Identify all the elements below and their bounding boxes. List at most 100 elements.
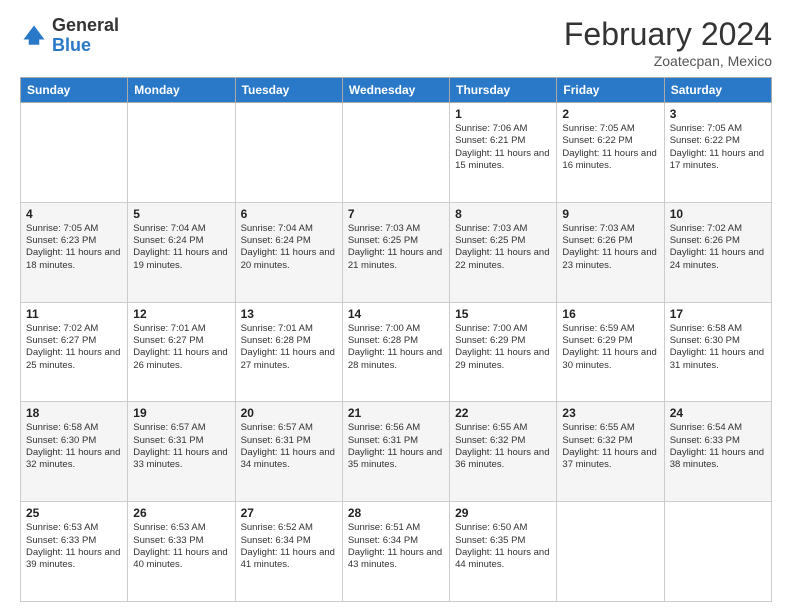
day-info: Sunrise: 7:00 AM Sunset: 6:29 PM Dayligh… — [455, 323, 551, 372]
day-info: Sunrise: 6:54 AM Sunset: 6:33 PM Dayligh… — [670, 422, 766, 471]
day-number: 27 — [241, 506, 337, 520]
header-thursday: Thursday — [450, 78, 557, 103]
calendar-cell: 6 Sunrise: 7:04 AM Sunset: 6:24 PM Daylig… — [235, 202, 342, 302]
day-number: 26 — [133, 506, 229, 520]
calendar-cell: 5Sunrise: 7:04 AM Sunset: 6:24 PM Daylig… — [128, 202, 235, 302]
day-info: Sunrise: 7:02 AM Sunset: 6:27 PM Dayligh… — [26, 323, 122, 372]
day-number: 16 — [562, 307, 658, 321]
logo-blue: Blue — [52, 36, 119, 56]
day-info: Sunrise: 6:59 AM Sunset: 6:29 PM Dayligh… — [562, 323, 658, 372]
calendar-cell: 4 Sunrise: 7:05 AM Sunset: 6:23 PM Daylig… — [21, 202, 128, 302]
calendar-cell: 27Sunrise: 6:52 AM Sunset: 6:34 PM Dayli… — [235, 502, 342, 602]
day-info: Sunrise: 6:55 AM Sunset: 6:32 PM Dayligh… — [455, 422, 551, 471]
calendar-table: Sunday Monday Tuesday Wednesday Thursday… — [20, 77, 772, 602]
header: General Blue February 2024 Zoatecpan, Me… — [20, 16, 772, 69]
calendar-cell — [664, 502, 771, 602]
day-info: Sunrise: 6:55 AM Sunset: 6:32 PM Dayligh… — [562, 422, 658, 471]
calendar-cell: 22 Sunrise: 6:55 AM Sunset: 6:32 PM Dayli… — [450, 402, 557, 502]
calendar-cell: 25Sunrise: 6:53 AM Sunset: 6:33 PM Dayli… — [21, 502, 128, 602]
calendar-cell: 23 Sunrise: 6:55 AM Sunset: 6:32 PM Dayli… — [557, 402, 664, 502]
day-number: 6 — [241, 207, 337, 221]
header-tuesday: Tuesday — [235, 78, 342, 103]
day-info: Sunrise: 6:58 AM Sunset: 6:30 PM Dayligh… — [670, 323, 766, 372]
day-number: 21 — [348, 406, 444, 420]
day-info: Sunrise: 7:01 AM Sunset: 6:28 PM Dayligh… — [241, 323, 337, 372]
location: Zoatecpan, Mexico — [564, 53, 772, 69]
day-number: 28 — [348, 506, 444, 520]
day-info: Sunrise: 7:03 AM Sunset: 6:25 PM Dayligh… — [455, 223, 551, 272]
calendar-week-row: 1 Sunrise: 7:06 AM Sunset: 6:21 PM Daylig… — [21, 103, 772, 203]
day-info: Sunrise: 6:53 AM Sunset: 6:33 PM Dayligh… — [133, 522, 229, 571]
day-number: 1 — [455, 107, 551, 121]
calendar-cell: 9 Sunrise: 7:03 AM Sunset: 6:26 PM Daylig… — [557, 202, 664, 302]
day-number: 29 — [455, 506, 551, 520]
header-sunday: Sunday — [21, 78, 128, 103]
day-number: 4 — [26, 207, 122, 221]
header-saturday: Saturday — [664, 78, 771, 103]
calendar-cell: 28Sunrise: 6:51 AM Sunset: 6:34 PM Dayli… — [342, 502, 449, 602]
calendar-cell: 10 Sunrise: 7:02 AM Sunset: 6:26 PM Dayli… — [664, 202, 771, 302]
day-number: 5 — [133, 207, 229, 221]
day-number: 10 — [670, 207, 766, 221]
calendar-cell: 11 Sunrise: 7:02 AM Sunset: 6:27 PM Dayli… — [21, 302, 128, 402]
day-number: 3 — [670, 107, 766, 121]
day-info: Sunrise: 7:04 AM Sunset: 6:24 PM Dayligh… — [241, 223, 337, 272]
logo-icon — [20, 22, 48, 50]
calendar-cell: 15 Sunrise: 7:00 AM Sunset: 6:29 PM Dayli… — [450, 302, 557, 402]
calendar-cell: 1 Sunrise: 7:06 AM Sunset: 6:21 PM Daylig… — [450, 103, 557, 203]
calendar-cell: 26 Sunrise: 6:53 AM Sunset: 6:33 PM Dayli… — [128, 502, 235, 602]
day-number: 19 — [133, 406, 229, 420]
day-info: Sunrise: 7:00 AM Sunset: 6:28 PM Dayligh… — [348, 323, 444, 372]
day-info: Sunrise: 7:01 AM Sunset: 6:27 PM Dayligh… — [133, 323, 229, 372]
calendar-cell: 21 Sunrise: 6:56 AM Sunset: 6:31 PM Dayli… — [342, 402, 449, 502]
day-number: 13 — [241, 307, 337, 321]
calendar-cell — [21, 103, 128, 203]
calendar-cell: 3 Sunrise: 7:05 AM Sunset: 6:22 PM Daylig… — [664, 103, 771, 203]
calendar-body: 1 Sunrise: 7:06 AM Sunset: 6:21 PM Daylig… — [21, 103, 772, 602]
calendar-cell: 13 Sunrise: 7:01 AM Sunset: 6:28 PM Dayli… — [235, 302, 342, 402]
day-info: Sunrise: 7:02 AM Sunset: 6:26 PM Dayligh… — [670, 223, 766, 272]
day-number: 9 — [562, 207, 658, 221]
calendar-cell: 17 Sunrise: 6:58 AM Sunset: 6:30 PM Dayli… — [664, 302, 771, 402]
calendar-cell: 16 Sunrise: 6:59 AM Sunset: 6:29 PM Dayli… — [557, 302, 664, 402]
day-info: Sunrise: 7:05 AM Sunset: 6:22 PM Dayligh… — [670, 123, 766, 172]
day-info: Sunrise: 7:06 AM Sunset: 6:21 PM Dayligh… — [455, 123, 551, 172]
day-number: 17 — [670, 307, 766, 321]
calendar-cell: 24Sunrise: 6:54 AM Sunset: 6:33 PM Dayli… — [664, 402, 771, 502]
day-number: 8 — [455, 207, 551, 221]
day-info: Sunrise: 7:05 AM Sunset: 6:23 PM Dayligh… — [26, 223, 122, 272]
day-number: 11 — [26, 307, 122, 321]
day-info: Sunrise: 7:05 AM Sunset: 6:22 PM Dayligh… — [562, 123, 658, 172]
calendar-cell: 14Sunrise: 7:00 AM Sunset: 6:28 PM Dayli… — [342, 302, 449, 402]
day-info: Sunrise: 7:03 AM Sunset: 6:26 PM Dayligh… — [562, 223, 658, 272]
day-header-row: Sunday Monday Tuesday Wednesday Thursday… — [21, 78, 772, 103]
day-number: 15 — [455, 307, 551, 321]
title-block: February 2024 Zoatecpan, Mexico — [564, 16, 772, 69]
calendar-cell: 2Sunrise: 7:05 AM Sunset: 6:22 PM Daylig… — [557, 103, 664, 203]
day-number: 23 — [562, 406, 658, 420]
calendar-cell: 7Sunrise: 7:03 AM Sunset: 6:25 PM Daylig… — [342, 202, 449, 302]
header-wednesday: Wednesday — [342, 78, 449, 103]
logo: General Blue — [20, 16, 119, 56]
calendar-week-row: 18Sunrise: 6:58 AM Sunset: 6:30 PM Dayli… — [21, 402, 772, 502]
day-number: 22 — [455, 406, 551, 420]
month-title: February 2024 — [564, 16, 772, 53]
day-info: Sunrise: 6:56 AM Sunset: 6:31 PM Dayligh… — [348, 422, 444, 471]
calendar-week-row: 25Sunrise: 6:53 AM Sunset: 6:33 PM Dayli… — [21, 502, 772, 602]
calendar-cell: 12 Sunrise: 7:01 AM Sunset: 6:27 PM Dayli… — [128, 302, 235, 402]
calendar-week-row: 11 Sunrise: 7:02 AM Sunset: 6:27 PM Dayli… — [21, 302, 772, 402]
day-info: Sunrise: 6:57 AM Sunset: 6:31 PM Dayligh… — [241, 422, 337, 471]
page: General Blue February 2024 Zoatecpan, Me… — [0, 0, 792, 612]
calendar-week-row: 4 Sunrise: 7:05 AM Sunset: 6:23 PM Daylig… — [21, 202, 772, 302]
calendar-cell — [235, 103, 342, 203]
day-number: 18 — [26, 406, 122, 420]
calendar-cell — [128, 103, 235, 203]
day-number: 12 — [133, 307, 229, 321]
calendar-header: Sunday Monday Tuesday Wednesday Thursday… — [21, 78, 772, 103]
calendar-cell: 29Sunrise: 6:50 AM Sunset: 6:35 PM Dayli… — [450, 502, 557, 602]
day-number: 20 — [241, 406, 337, 420]
calendar-cell: 19 Sunrise: 6:57 AM Sunset: 6:31 PM Dayli… — [128, 402, 235, 502]
logo-general: General — [52, 16, 119, 36]
day-info: Sunrise: 6:57 AM Sunset: 6:31 PM Dayligh… — [133, 422, 229, 471]
day-info: Sunrise: 7:03 AM Sunset: 6:25 PM Dayligh… — [348, 223, 444, 272]
